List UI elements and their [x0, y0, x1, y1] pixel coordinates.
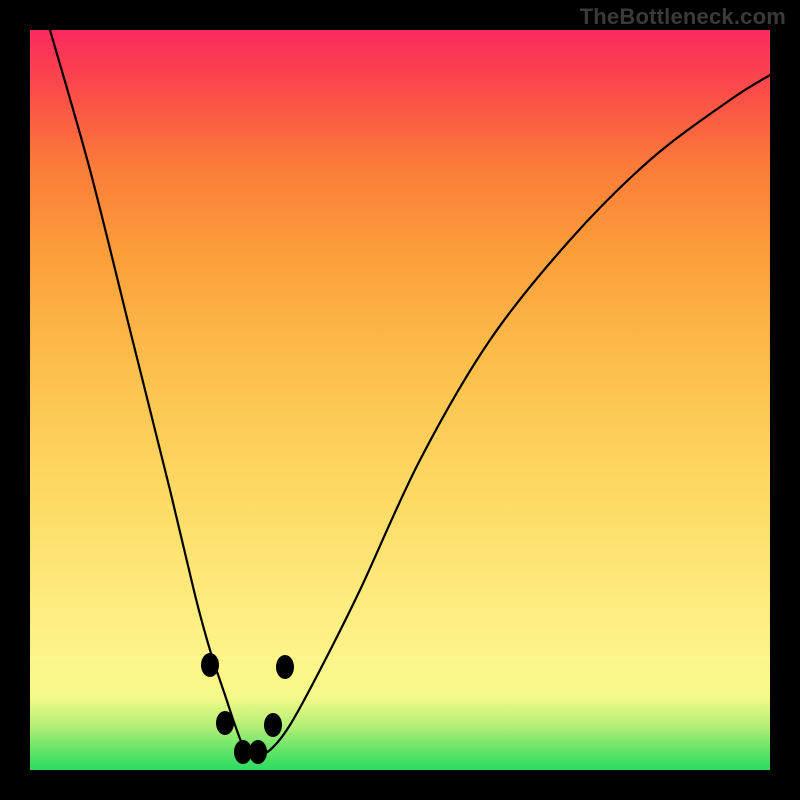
curve-svg — [30, 30, 770, 770]
bottleneck-curve — [50, 30, 770, 755]
plot-area — [30, 30, 770, 770]
highlight-dot — [249, 740, 267, 764]
marker-group — [201, 653, 294, 764]
highlight-dot — [276, 655, 294, 679]
highlight-dot — [216, 711, 234, 735]
watermark-text: TheBottleneck.com — [580, 4, 786, 30]
highlight-dot — [264, 713, 282, 737]
chart-frame: TheBottleneck.com — [0, 0, 800, 800]
highlight-dot — [201, 653, 219, 677]
